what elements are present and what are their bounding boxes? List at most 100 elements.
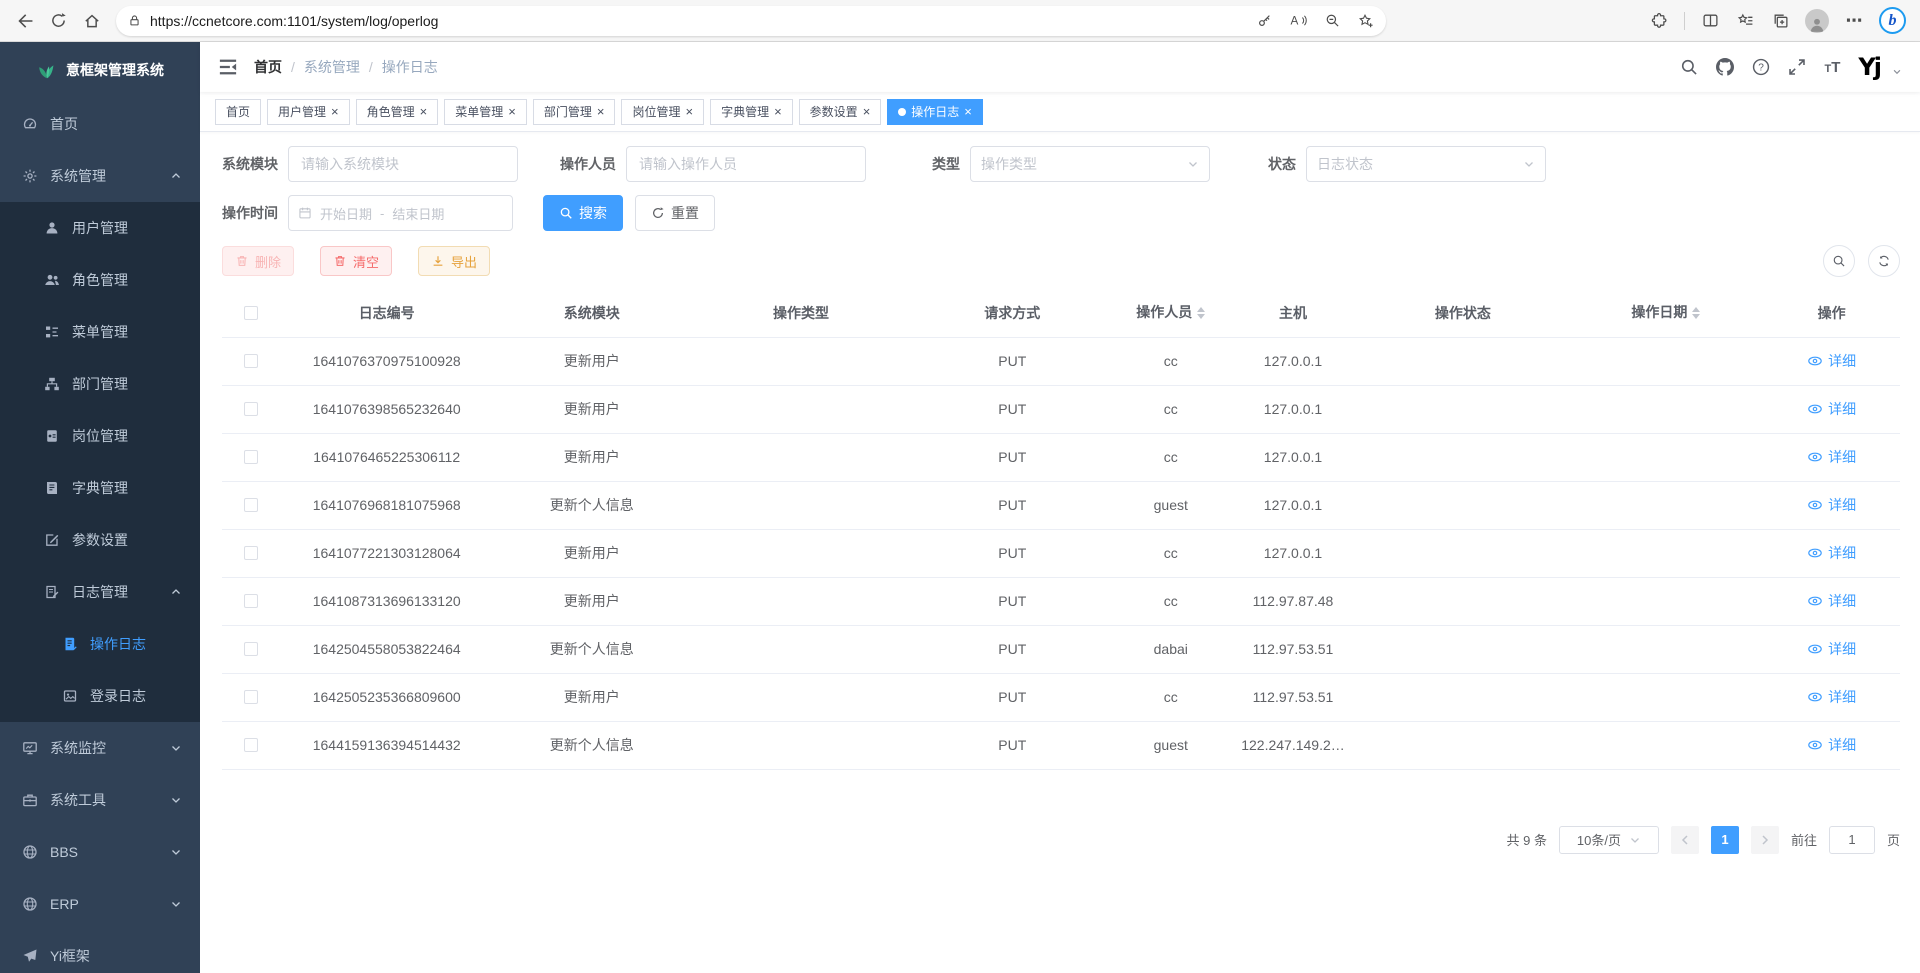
home-icon[interactable] (82, 11, 102, 31)
date-range-picker[interactable]: 开始日期 - 结束日期 (288, 195, 513, 231)
sort-carets-icon[interactable] (1692, 303, 1700, 323)
detail-link[interactable]: 详细 (1807, 543, 1856, 563)
user-logo[interactable]: Yj (1858, 53, 1880, 81)
github-icon[interactable] (1716, 58, 1734, 76)
tab-dept-manage[interactable]: 部门管理× (533, 99, 616, 125)
sidebar-item-bbs[interactable]: BBS (0, 826, 200, 878)
sidebar-item-dict-manage[interactable]: 字典管理 (0, 462, 200, 514)
url-text[interactable]: https://ccnetcore.com:1101/system/log/op… (150, 13, 1246, 29)
row-checkbox[interactable] (244, 690, 258, 704)
status-select[interactable]: 日志状态 (1306, 146, 1546, 182)
reset-button[interactable]: 重置 (635, 195, 715, 231)
close-icon[interactable]: × (508, 105, 516, 118)
sidebar-item-system-manage[interactable]: 系统管理 (0, 150, 200, 202)
more-menu-icon[interactable]: ⋯ (1844, 11, 1864, 31)
operator-input[interactable] (626, 146, 866, 182)
chevron-down-icon[interactable] (1892, 67, 1902, 77)
detail-link[interactable]: 详细 (1807, 687, 1856, 707)
row-checkbox[interactable] (244, 738, 258, 752)
module-input[interactable] (288, 146, 518, 182)
tab-param-settings[interactable]: 参数设置× (799, 99, 882, 125)
profile-avatar[interactable] (1805, 9, 1829, 33)
lock-icon[interactable] (126, 11, 142, 31)
sidebar-item-role-manage[interactable]: 角色管理 (0, 254, 200, 306)
detail-link[interactable]: 详细 (1807, 447, 1856, 467)
split-screen-icon[interactable] (1700, 11, 1720, 31)
favorite-add-icon[interactable] (1356, 11, 1376, 31)
close-icon[interactable]: × (863, 105, 871, 118)
address-bar[interactable]: https://ccnetcore.com:1101/system/log/op… (116, 6, 1386, 36)
search-button[interactable]: 搜索 (543, 195, 623, 231)
back-icon[interactable] (14, 11, 34, 31)
bing-chat-icon[interactable]: b (1879, 7, 1906, 34)
sidebar-collapse-icon[interactable] (218, 57, 238, 77)
sidebar-item-erp[interactable]: ERP (0, 878, 200, 930)
page-number-1[interactable]: 1 (1711, 826, 1739, 854)
row-checkbox[interactable] (244, 450, 258, 464)
prev-page-button[interactable] (1671, 826, 1699, 854)
row-checkbox[interactable] (244, 354, 258, 368)
select-all-checkbox[interactable] (244, 306, 258, 320)
tab-oper-log[interactable]: 操作日志× (887, 99, 983, 125)
sidebar-item-oper-log[interactable]: 操作日志 (0, 618, 200, 670)
sidebar-item-post-manage[interactable]: 岗位管理 (0, 410, 200, 462)
toggle-search-button[interactable] (1823, 245, 1855, 277)
tab-role-manage[interactable]: 角色管理× (356, 99, 439, 125)
close-icon[interactable]: × (597, 105, 605, 118)
sidebar-item-system-monitor[interactable]: 系统监控 (0, 722, 200, 774)
close-icon[interactable]: × (685, 105, 693, 118)
next-page-button[interactable] (1751, 826, 1779, 854)
row-checkbox[interactable] (244, 402, 258, 416)
help-icon[interactable]: ? (1752, 58, 1770, 76)
sidebar-item-login-log[interactable]: 登录日志 (0, 670, 200, 722)
detail-link[interactable]: 详细 (1807, 399, 1856, 419)
sidebar-item-system-tools[interactable]: 系统工具 (0, 774, 200, 826)
search-icon[interactable] (1680, 58, 1698, 76)
refresh-icon[interactable] (48, 11, 68, 31)
sidebar-item-home[interactable]: 首页 (0, 98, 200, 150)
read-aloud-icon[interactable]: A (1288, 11, 1308, 31)
sidebar-item-user-manage[interactable]: 用户管理 (0, 202, 200, 254)
tab-home[interactable]: 首页 (215, 99, 261, 125)
sidebar-item-dept-manage[interactable]: 部门管理 (0, 358, 200, 410)
app-logo[interactable]: 意框架管理系统 (0, 42, 200, 98)
close-icon[interactable]: × (331, 105, 339, 118)
breadcrumb-system-manage[interactable]: 系统管理 (304, 57, 360, 77)
sidebar-item-log-manage[interactable]: 日志管理 (0, 566, 200, 618)
clear-button[interactable]: 清空 (320, 246, 392, 276)
tab-user-manage[interactable]: 用户管理× (267, 99, 350, 125)
zoom-out-icon[interactable] (1322, 11, 1342, 31)
close-icon[interactable]: × (964, 105, 972, 118)
tab-post-manage[interactable]: 岗位管理× (621, 99, 704, 125)
type-select[interactable]: 操作类型 (970, 146, 1210, 182)
extensions-icon[interactable] (1649, 11, 1669, 31)
close-icon[interactable]: × (774, 105, 782, 118)
detail-link[interactable]: 详细 (1807, 495, 1856, 515)
collections-icon[interactable] (1770, 11, 1790, 31)
col-date-sortable[interactable]: 操作日期 (1569, 289, 1764, 337)
detail-link[interactable]: 详细 (1807, 639, 1856, 659)
export-button[interactable]: 导出 (418, 246, 490, 276)
font-size-icon[interactable]: TT (1824, 59, 1840, 76)
row-checkbox[interactable] (244, 594, 258, 608)
goto-page-input[interactable] (1829, 826, 1875, 854)
row-checkbox[interactable] (244, 642, 258, 656)
sidebar-item-param-settings[interactable]: 参数设置 (0, 514, 200, 566)
refresh-table-button[interactable] (1868, 245, 1900, 277)
favorites-bar-icon[interactable] (1735, 11, 1755, 31)
delete-button[interactable]: 删除 (222, 246, 294, 276)
col-operator-sortable[interactable]: 操作人员 (1113, 289, 1229, 337)
sidebar-item-yi-framework[interactable]: Yi框架 (0, 930, 200, 973)
row-checkbox[interactable] (244, 546, 258, 560)
sort-carets-icon[interactable] (1197, 303, 1205, 323)
close-icon[interactable]: × (420, 105, 428, 118)
end-date-placeholder[interactable]: 结束日期 (392, 204, 444, 223)
detail-link[interactable]: 详细 (1807, 591, 1856, 611)
start-date-placeholder[interactable]: 开始日期 (320, 204, 372, 223)
tab-dict-manage[interactable]: 字典管理× (710, 99, 793, 125)
detail-link[interactable]: 详细 (1807, 735, 1856, 755)
tab-menu-manage[interactable]: 菜单管理× (444, 99, 527, 125)
sidebar-item-menu-manage[interactable]: 菜单管理 (0, 306, 200, 358)
page-size-select[interactable]: 10条/页 (1559, 826, 1659, 854)
row-checkbox[interactable] (244, 498, 258, 512)
